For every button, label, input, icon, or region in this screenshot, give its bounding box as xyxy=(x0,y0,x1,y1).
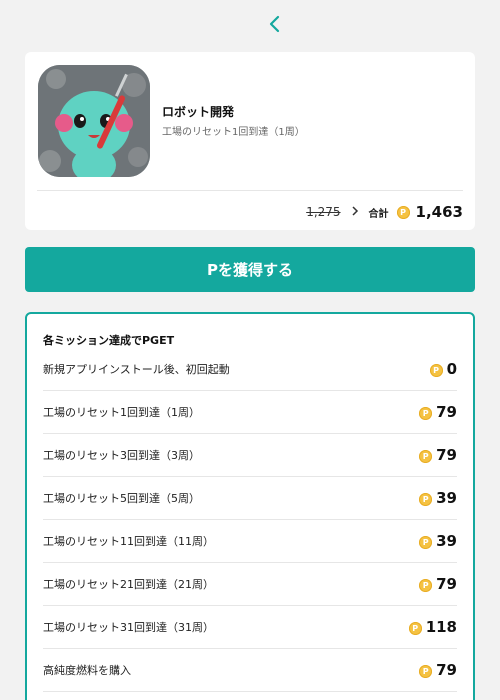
mission-points: P 39 xyxy=(419,489,457,507)
mission-points: P 79 xyxy=(419,446,457,464)
mission-point-value: 79 xyxy=(436,575,457,593)
mission-row: 工場のリセット1回到達（1周） P 79 xyxy=(43,391,457,434)
app-title: ロボット開発 xyxy=(162,105,235,119)
coin-icon: P xyxy=(408,622,422,635)
mission-label: 工場のリセット11回到達（11周） xyxy=(43,535,214,548)
old-price: 1,275 xyxy=(306,205,341,219)
mission-point-value: 118 xyxy=(425,618,457,636)
mission-point-value: 79 xyxy=(436,446,457,464)
mission-point-value: 39 xyxy=(436,489,457,507)
mission-label: 高純度燃料を購入 xyxy=(43,664,131,677)
coin-icon: P xyxy=(429,364,443,377)
mission-point-value: 79 xyxy=(436,661,457,679)
mission-point-value: 0 xyxy=(446,360,457,378)
mission-list: 新規アプリインストール後、初回起動 P 0 工場のリセット1回到達（1周） P 79 工場の… xyxy=(43,348,457,692)
mission-row: 工場のリセット5回到達（5周） P 39 xyxy=(43,477,457,520)
coin-icon: P xyxy=(396,205,410,219)
coin-icon: P xyxy=(419,536,433,549)
app-subtitle: 工場のリセット1回到達（1周） xyxy=(162,127,305,138)
mission-label: 工場のリセット5回到達（5周） xyxy=(43,492,200,505)
coin-icon: P xyxy=(419,407,433,420)
chevron-left-icon xyxy=(269,15,280,33)
divider xyxy=(37,190,463,191)
mission-points: P 79 xyxy=(419,403,457,421)
mission-row: 高純度燃料を購入 P 79 xyxy=(43,649,457,692)
back-button[interactable] xyxy=(262,10,288,38)
mission-label: 新規アプリインストール後、初回起動 xyxy=(43,363,230,376)
mission-points: P 79 xyxy=(419,661,457,679)
mission-label: 工場のリセット31回到達（31周） xyxy=(43,621,214,634)
coin-icon: P xyxy=(419,493,433,506)
total-value: 1,463 xyxy=(415,203,463,221)
mission-label: 工場のリセット21回到達（21周） xyxy=(43,578,214,591)
missions-panel: 各ミッション達成でPGET 新規アプリインストール後、初回起動 P 0 工場のリセット… xyxy=(25,312,475,700)
mission-points: P 39 xyxy=(419,532,457,550)
mission-points: P 79 xyxy=(419,575,457,593)
missions-title: 各ミッション達成でPGET xyxy=(43,334,175,347)
app-card: ロボット開発 工場のリセット1回到達（1周） 1,275 合計 P 1,463 xyxy=(25,52,475,230)
coin-icon: P xyxy=(419,450,433,463)
mission-row: 工場のリセット3回到達（3周） P 79 xyxy=(43,434,457,477)
mission-point-value: 79 xyxy=(436,403,457,421)
chevron-right-icon xyxy=(351,205,359,220)
mission-label: 工場のリセット3回到達（3周） xyxy=(43,449,200,462)
mission-row: 工場のリセット11回到達（11周） P 39 xyxy=(43,520,457,563)
mission-points: P0 xyxy=(429,360,457,378)
mission-points: P 118 xyxy=(408,618,457,636)
price-row: 1,275 合計 P 1,463 xyxy=(306,200,463,224)
mission-row: 新規アプリインストール後、初回起動 P 0 xyxy=(43,348,457,391)
mission-row: 工場のリセット21回到達（21周） P 79 xyxy=(43,563,457,606)
app-icon xyxy=(38,65,150,177)
coin-icon: P xyxy=(419,665,433,678)
earn-points-button[interactable]: Pを獲得する xyxy=(25,247,475,292)
mission-row: 工場のリセット31回到達（31周） P 118 xyxy=(43,606,457,649)
mission-point-value: 39 xyxy=(436,532,457,550)
coin-icon: P xyxy=(419,579,433,592)
total-label: 合計 xyxy=(368,208,389,220)
mission-label: 工場のリセット1回到達（1周） xyxy=(43,406,200,419)
